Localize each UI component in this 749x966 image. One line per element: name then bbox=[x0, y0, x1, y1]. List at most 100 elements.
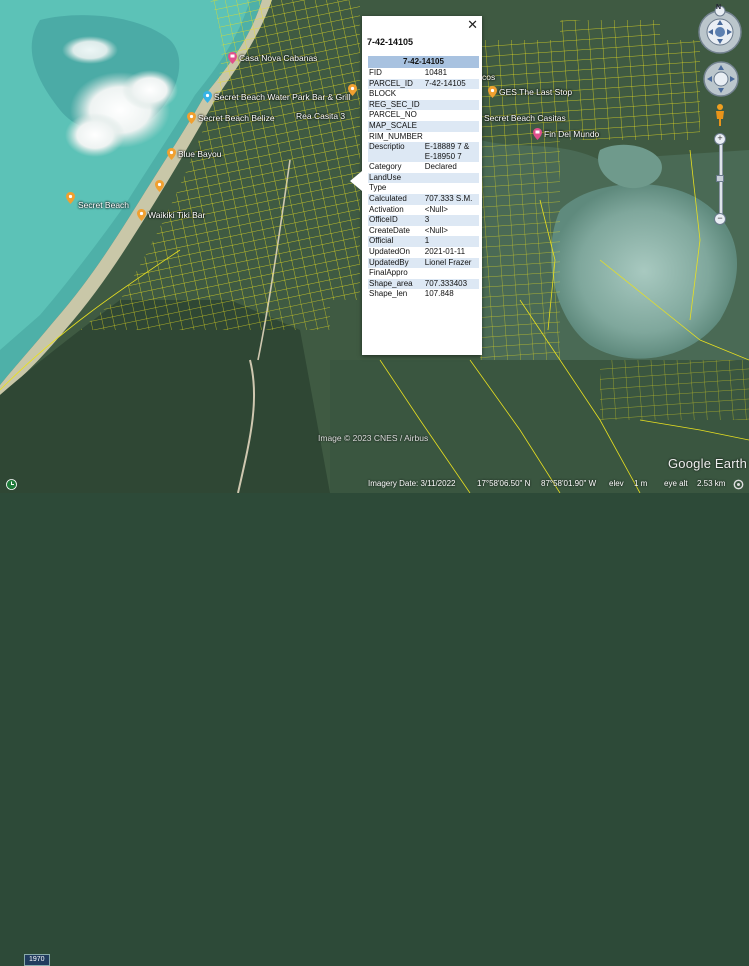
place-secret-beach[interactable]: Secret Beach bbox=[66, 192, 129, 210]
attribute-key: Category bbox=[369, 162, 402, 172]
place-casa-nova-cabanas[interactable]: Casa Nova Cabanas bbox=[228, 52, 317, 64]
attribute-value bbox=[424, 89, 479, 100]
place-ges-last-stop[interactable]: GES The Last Stop bbox=[488, 86, 572, 98]
attribute-key: Shape_area bbox=[368, 278, 424, 290]
compass-north-label[interactable]: N bbox=[716, 4, 721, 11]
attribute-row: MAP_SCALE bbox=[368, 120, 479, 132]
eye-altitude-value: 2.53 km bbox=[697, 479, 726, 488]
latitude-readout: 17°58'06.50" N bbox=[477, 479, 531, 488]
place-label: GES The Last Stop bbox=[499, 87, 573, 97]
place-cos[interactable]: cos bbox=[482, 72, 495, 82]
place-label: Blue Bayou bbox=[178, 149, 222, 159]
attribute-row: Category Declared bbox=[368, 162, 479, 173]
attribute-key: BLOCK bbox=[369, 89, 397, 99]
attribute-key: CreateDate bbox=[369, 225, 410, 235]
attribute-row: Activation <Null> bbox=[368, 205, 479, 216]
zoom-out-button[interactable]: − bbox=[714, 213, 726, 225]
place-label: Secret Beach Water Park Bar & Grill bbox=[214, 92, 351, 102]
attribute-row: PARCEL_NO bbox=[368, 110, 479, 121]
attribute-value bbox=[423, 172, 479, 184]
attribute-key: RIM_NUMBER bbox=[369, 131, 423, 141]
zoom-track[interactable] bbox=[719, 143, 723, 221]
attribute-value bbox=[424, 268, 479, 279]
look-navigation-control[interactable] bbox=[695, 6, 745, 56]
attribute-value: 2021-01-11 bbox=[424, 246, 466, 256]
place-pin-icon bbox=[137, 209, 146, 221]
attribute-value: <Null> bbox=[424, 204, 448, 214]
attribute-key: UpdatedBy bbox=[368, 257, 424, 269]
attribute-row: Shape_area 707.333403 bbox=[368, 278, 479, 290]
place-pin-icon bbox=[203, 91, 212, 103]
google-earth-logo: Google Earth bbox=[668, 456, 748, 471]
attribute-value bbox=[424, 132, 479, 143]
attribute-value bbox=[424, 110, 479, 121]
attribute-row: PARCEL_ID 7-42-14105 bbox=[368, 78, 479, 90]
streaming-progress-icon bbox=[733, 479, 744, 490]
attribute-row: Type bbox=[368, 183, 479, 194]
attribute-row: Calculated 707.333 S.M. bbox=[368, 193, 479, 205]
attribute-row: UpdatedBy Lionel Frazer bbox=[368, 257, 479, 269]
historical-year-badge[interactable]: 1970 bbox=[24, 954, 50, 966]
place-water-park[interactable]: Secret Beach Water Park Bar & Grill bbox=[203, 91, 351, 103]
attribute-row: RIM_NUMBER bbox=[368, 132, 479, 143]
place-fin-del-mundo[interactable]: Fin Del Mundo bbox=[533, 128, 599, 140]
attribute-row: LandUse bbox=[368, 172, 479, 184]
attribute-value: Lionel Frazer bbox=[423, 257, 479, 269]
place-label: Waikiki Tiki Bar bbox=[148, 210, 206, 220]
attribute-row: Official 1 bbox=[368, 236, 479, 247]
place-label: cos bbox=[482, 72, 496, 82]
attribute-key: Shape_len bbox=[369, 289, 408, 299]
zoom-in-button[interactable]: + bbox=[714, 133, 726, 145]
place-label: Fin Del Mundo bbox=[544, 129, 600, 139]
attribute-row: OfficeID 3 bbox=[368, 215, 479, 226]
attribute-value: 107.848 bbox=[424, 289, 454, 299]
zoom-thumb[interactable] bbox=[716, 175, 724, 182]
place-label: Rea Casita 3 bbox=[296, 111, 346, 121]
imagery-date: Imagery Date: 3/11/2022 bbox=[368, 479, 456, 488]
eye-altitude-label: eye alt bbox=[664, 479, 688, 488]
attribute-value: 707.333403 bbox=[423, 278, 479, 290]
balloon-title: 7-42-14105 bbox=[367, 37, 414, 47]
place-pin-icon bbox=[66, 192, 75, 204]
attribute-table-header: 7-42-14105 bbox=[368, 56, 479, 68]
historical-imagery-icon[interactable] bbox=[6, 479, 17, 490]
attribute-key: Calculated bbox=[368, 193, 424, 205]
place-label: Secret Beach bbox=[78, 200, 130, 210]
attribute-value: 7-42-14105 bbox=[423, 78, 479, 90]
zoom-slider[interactable]: + − bbox=[714, 133, 726, 229]
attribute-value: Declared bbox=[424, 162, 457, 172]
move-navigation-control[interactable] bbox=[702, 60, 740, 98]
attribute-value: 10481 bbox=[424, 68, 448, 77]
place-waikiki-tiki-bar[interactable]: Waikiki Tiki Bar bbox=[137, 209, 205, 221]
place-pin-near-popup[interactable] bbox=[348, 84, 357, 96]
attribute-value: 3 bbox=[423, 215, 479, 226]
place-label: Casa Nova Cabanas bbox=[239, 53, 318, 63]
elevation-value: 1 m bbox=[634, 479, 648, 488]
attribute-row: FinalAppro bbox=[368, 268, 479, 279]
attribute-row: BLOCK bbox=[368, 89, 479, 100]
place-pin-icon bbox=[167, 148, 176, 160]
street-view-pegman-icon[interactable] bbox=[713, 103, 727, 127]
attribute-row: Descriptio E-18889 7 & E-18950 7 bbox=[368, 142, 479, 163]
close-icon[interactable]: ✕ bbox=[467, 18, 478, 32]
attribute-value bbox=[424, 183, 479, 194]
attribute-value bbox=[423, 99, 479, 111]
attribute-key: REG_SEC_ID bbox=[368, 99, 424, 111]
place-label: Secret Beach Belize bbox=[198, 113, 275, 123]
place-secret-beach-belize[interactable]: Secret Beach Belize bbox=[187, 112, 275, 124]
attribute-key: Activation bbox=[369, 204, 404, 214]
attribute-key: PARCEL_ID bbox=[368, 78, 424, 90]
place-blue-bayou[interactable]: Blue Bayou bbox=[167, 148, 221, 160]
hotel-pin-icon bbox=[228, 52, 237, 64]
attribute-key: Type bbox=[369, 183, 387, 193]
place-rea-casita[interactable]: Rea Casita 3 bbox=[296, 111, 345, 121]
attribute-key: FinalAppro bbox=[369, 268, 408, 278]
attribute-value: <Null> bbox=[424, 225, 448, 235]
attribute-key: Official bbox=[368, 236, 424, 247]
parcel-attribute-table: 7-42-14105 FID 10481 PARCEL_ID 7-42-14105 BL… bbox=[368, 56, 479, 300]
attribute-row: FID 10481 bbox=[368, 68, 479, 79]
place-pin-unlabeled[interactable] bbox=[155, 180, 164, 192]
place-secret-beach-casitas[interactable]: Secret Beach Casitas bbox=[484, 113, 566, 123]
place-pin-icon bbox=[488, 86, 497, 98]
attribute-value: 1 bbox=[423, 236, 479, 247]
